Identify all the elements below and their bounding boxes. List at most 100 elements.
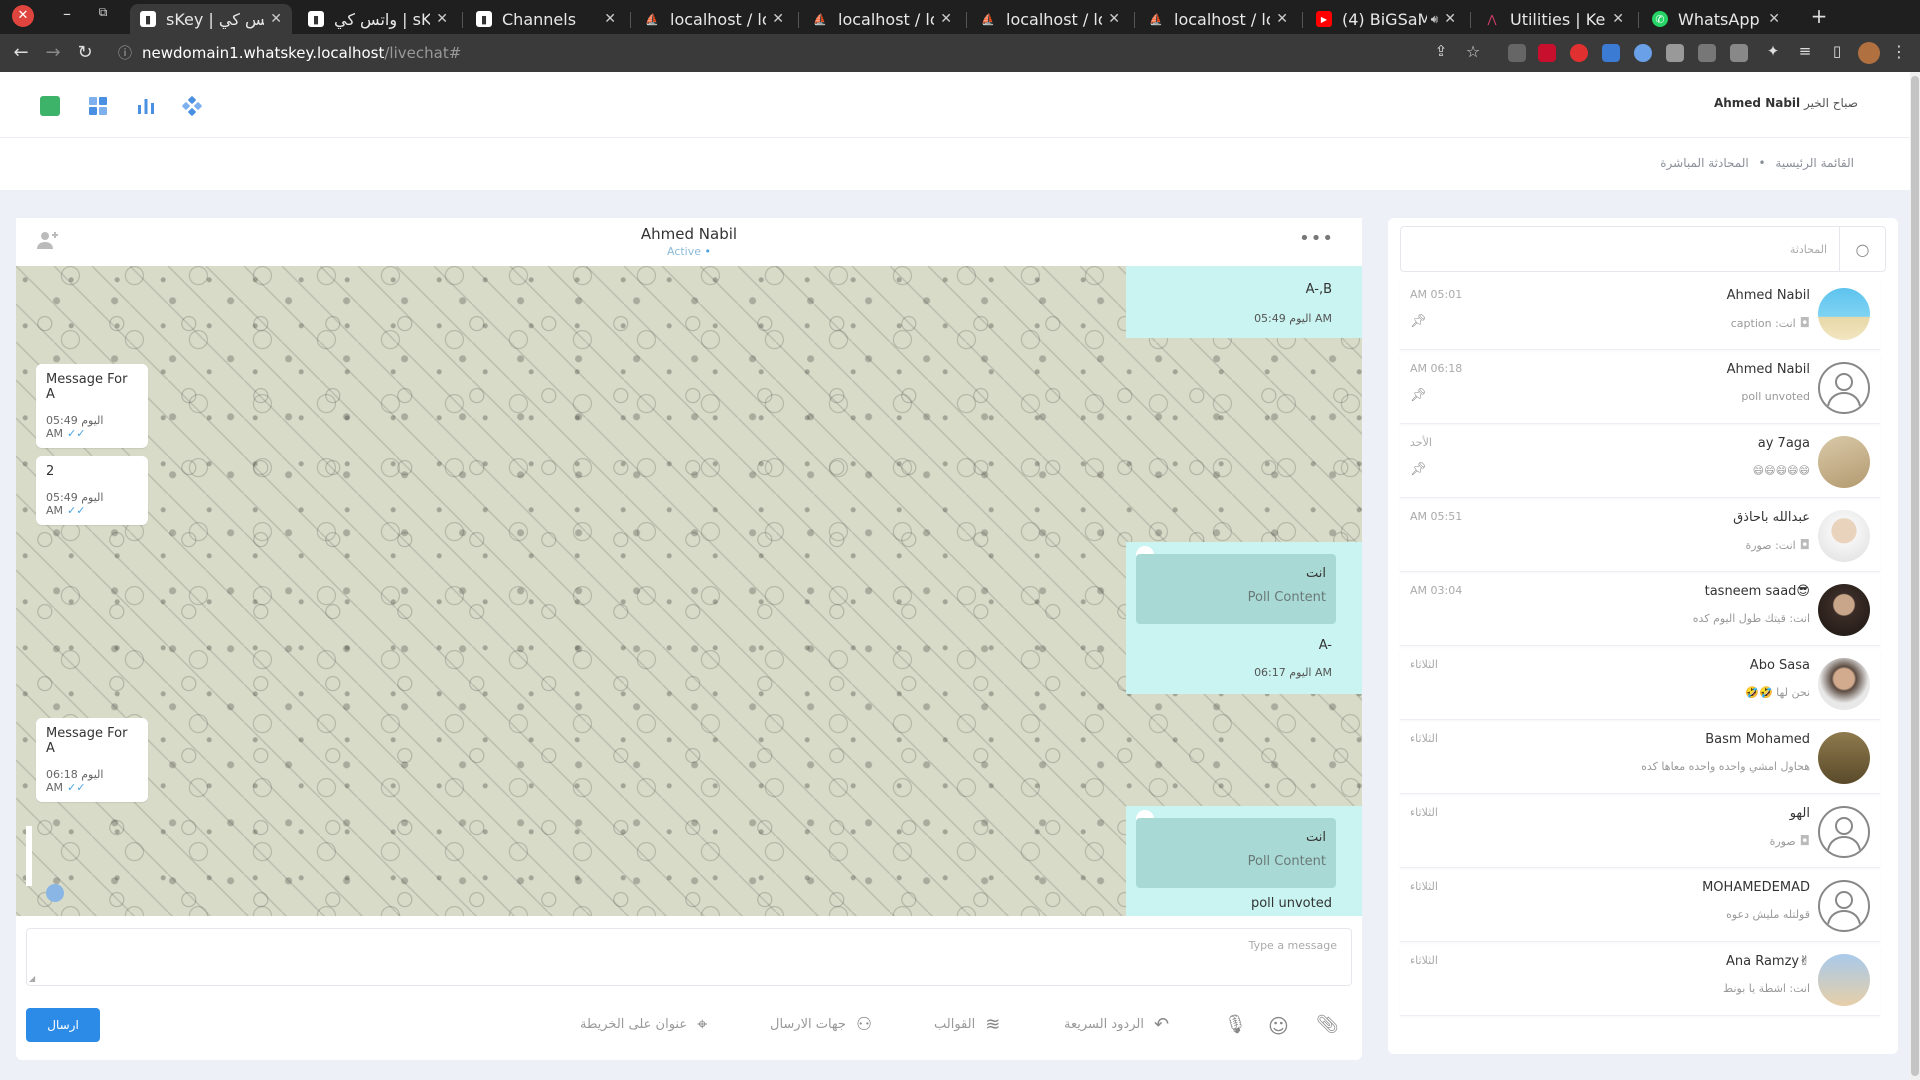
- voice-record-button[interactable]: 🎙︎: [1224, 1014, 1247, 1035]
- dashboard-icon[interactable]: [88, 96, 108, 116]
- poll-label: Poll Content: [1247, 590, 1326, 605]
- browser-tab-3[interactable]: ▮ Channels ✕: [466, 4, 626, 34]
- close-tab-icon[interactable]: ✕: [1108, 11, 1120, 27]
- extension-red-icon[interactable]: [1570, 44, 1588, 62]
- contact-item[interactable]: tasneem saad😎 انت: قيتك طول اليوم كده AM…: [1400, 576, 1880, 646]
- share-icon[interactable]: ⇪: [1430, 42, 1452, 64]
- search-icon[interactable]: ○: [1839, 227, 1885, 271]
- profile-avatar[interactable]: [1858, 42, 1880, 64]
- close-tab-icon[interactable]: ✕: [1276, 11, 1288, 27]
- contact-item[interactable]: الهو ◘صورة الثلاثاء: [1400, 798, 1880, 868]
- message-preview: poll unvoted: [1741, 390, 1810, 403]
- attach-button[interactable]: 📎︎: [1316, 1014, 1339, 1035]
- contact-item[interactable]: Basm Mohamed هحاول امشي واحده واحده معاه…: [1400, 724, 1880, 794]
- tab-divider: [966, 12, 967, 28]
- extensions-puzzle-icon[interactable]: ✦: [1762, 42, 1784, 64]
- contact-item[interactable]: MOHAMEDEMAD قولتله مليش دعوه الثلاثاء: [1400, 872, 1880, 942]
- audio-playing-icon[interactable]: 🔊︎: [1431, 12, 1439, 27]
- close-tab-icon[interactable]: ✕: [1768, 11, 1780, 27]
- extension-blue-icon[interactable]: [1602, 44, 1620, 62]
- templates-tool[interactable]: القوالب ≋: [934, 1014, 1000, 1035]
- side-panel-icon[interactable]: ▯: [1826, 42, 1848, 64]
- browser-tab-8[interactable]: ▶ (4) BiGSaM 🔊︎ ✕: [1306, 4, 1466, 34]
- page-scrollbar[interactable]: [1910, 72, 1920, 1080]
- contact-item[interactable]: Ahmed Nabil ◘انت: caption AM 05:01 📌︎: [1400, 280, 1880, 350]
- poll-box[interactable]: انت Poll Content: [1136, 818, 1336, 888]
- adblock-extension-icon[interactable]: [1538, 44, 1556, 62]
- contact-item[interactable]: عبدالله باحاذق ◘انت: صورة AM 05:51: [1400, 502, 1880, 572]
- breadcrumb: القائمة الرئيسية • المحادثة المباشرة: [0, 138, 1910, 190]
- chrome-extension-icon[interactable]: [1634, 44, 1652, 62]
- contact-item[interactable]: ay 7aga 😄😄😄😄😄 الأحد 📌︎: [1400, 428, 1880, 498]
- poll-box[interactable]: انت Poll Content: [1136, 554, 1336, 624]
- bar-chart-icon[interactable]: [136, 96, 156, 116]
- browser-tab-4[interactable]: ⛵ localhost / loca ✕: [634, 4, 794, 34]
- contact-item[interactable]: Abo Sasa نحن لها 🤣🤣 الثلاثاء: [1400, 650, 1880, 720]
- close-tab-icon[interactable]: ✕: [270, 11, 282, 27]
- extension-grid-icon[interactable]: [1730, 44, 1748, 62]
- browser-tab-9[interactable]: ⋀ Utilities | Keent ✕: [1474, 4, 1634, 34]
- close-tab-icon[interactable]: ✕: [1612, 11, 1624, 27]
- contact-time: الثلاثاء: [1410, 658, 1438, 671]
- shield-extension-icon[interactable]: [1666, 44, 1684, 62]
- message-input[interactable]: Type a message ◢: [26, 928, 1352, 986]
- browser-tab-6[interactable]: ⛵ localhost / loca ✕: [970, 4, 1130, 34]
- phpmyadmin-favicon-icon: ⛵: [1149, 12, 1163, 26]
- chat-panel: Ahmed Nabil Active • ••• A-,B اليوم 05:4…: [16, 218, 1362, 1060]
- contact-item[interactable]: Ahmed Nabil poll unvoted AM 06:18 📌︎: [1400, 354, 1880, 424]
- back-icon[interactable]: ←: [10, 42, 32, 64]
- send-button[interactable]: ارسال: [26, 1008, 100, 1042]
- tab-divider: [1302, 12, 1303, 28]
- chat-messages-area[interactable]: A-,B اليوم 05:49 AM ⌄ انت Poll Content A…: [16, 266, 1362, 916]
- contact-name: Abo Sasa: [1749, 658, 1810, 673]
- greeting-text: صباح الخير: [1803, 96, 1858, 110]
- media-control-icon[interactable]: ≡: [1794, 42, 1816, 64]
- search-input[interactable]: المحادثة ○: [1400, 226, 1886, 272]
- incoming-bubble: Message For A اليوم 05:49 AM ✓✓: [36, 364, 148, 448]
- close-tab-icon[interactable]: ✕: [436, 11, 448, 27]
- browser-tab-2[interactable]: ▮ واتس كي | sKey ✕: [298, 4, 458, 34]
- browser-tab-5[interactable]: ⛵ localhost / loca ✕: [802, 4, 962, 34]
- close-tab-icon[interactable]: ✕: [1444, 11, 1456, 27]
- pin-icon[interactable]: 📌︎: [1410, 314, 1427, 329]
- close-tab-icon[interactable]: ✕: [772, 11, 784, 27]
- scroll-to-bottom-icon[interactable]: [46, 884, 64, 902]
- reload-icon[interactable]: ↻: [74, 42, 96, 64]
- extension-icon[interactable]: [1508, 44, 1526, 62]
- pin-icon[interactable]: 📌︎: [1410, 388, 1427, 403]
- pin-icon[interactable]: 📌︎: [1410, 462, 1427, 477]
- phpmyadmin-favicon-icon: ⛵: [981, 12, 995, 26]
- whatsapp-business-logo-icon[interactable]: [40, 96, 60, 116]
- browser-menu-icon[interactable]: ⋮: [1888, 42, 1910, 64]
- breadcrumb-home[interactable]: القائمة الرئيسية: [1775, 156, 1854, 170]
- minimize-window-icon[interactable]: –: [56, 4, 78, 26]
- emoji-button[interactable]: ☺: [1268, 1014, 1289, 1038]
- scrollbar-thumb[interactable]: [1911, 76, 1919, 1076]
- send-contacts-tool[interactable]: جهات الارسال ⚇: [770, 1014, 872, 1035]
- browser-tab-10[interactable]: ✆ WhatsApp ✕: [1642, 4, 1790, 34]
- user-greeting[interactable]: صباح الخير Ahmed Nabil: [1714, 96, 1858, 110]
- message-preview: هحاول امشي واحده واحده معاها كده: [1641, 760, 1810, 773]
- close-window-icon[interactable]: ✕: [12, 5, 34, 27]
- chat-options-icon[interactable]: •••: [1299, 228, 1334, 249]
- bookmark-star-icon[interactable]: ☆: [1462, 42, 1484, 64]
- forward-icon[interactable]: →: [42, 42, 64, 64]
- site-info-icon[interactable]: ⓘ: [118, 43, 132, 63]
- browser-tab-7[interactable]: ⛵ localhost / loca ✕: [1138, 4, 1298, 34]
- contact-time: AM 05:01: [1410, 288, 1463, 301]
- contact-item[interactable]: Ana Ramzy✌ انت: اشطة يا بونط الثلاثاء: [1400, 946, 1880, 1016]
- map-address-tool[interactable]: عنوان على الخريطة ⌖: [580, 1014, 707, 1035]
- keenthemes-favicon-icon: ⋀: [1487, 12, 1497, 26]
- address-bar[interactable]: ⓘ newdomain1.whatskey.localhost/livechat…: [108, 38, 1488, 68]
- browser-tab-1[interactable]: ▮ sKey | واتس كي ✕: [130, 4, 292, 34]
- restore-window-icon[interactable]: ⧉: [92, 5, 114, 27]
- close-tab-icon[interactable]: ✕: [604, 11, 616, 27]
- app-header: صباح الخير Ahmed Nabil: [0, 72, 1910, 138]
- resize-handle-icon[interactable]: ◢: [29, 974, 35, 983]
- message-text: Message For A: [46, 726, 128, 756]
- integrations-icon[interactable]: [182, 96, 202, 116]
- quick-replies-tool[interactable]: الردود السريعة ↶: [1064, 1014, 1169, 1035]
- close-tab-icon[interactable]: ✕: [940, 11, 952, 27]
- new-tab-icon[interactable]: +: [1808, 4, 1830, 28]
- vue-devtools-icon[interactable]: [1698, 44, 1716, 62]
